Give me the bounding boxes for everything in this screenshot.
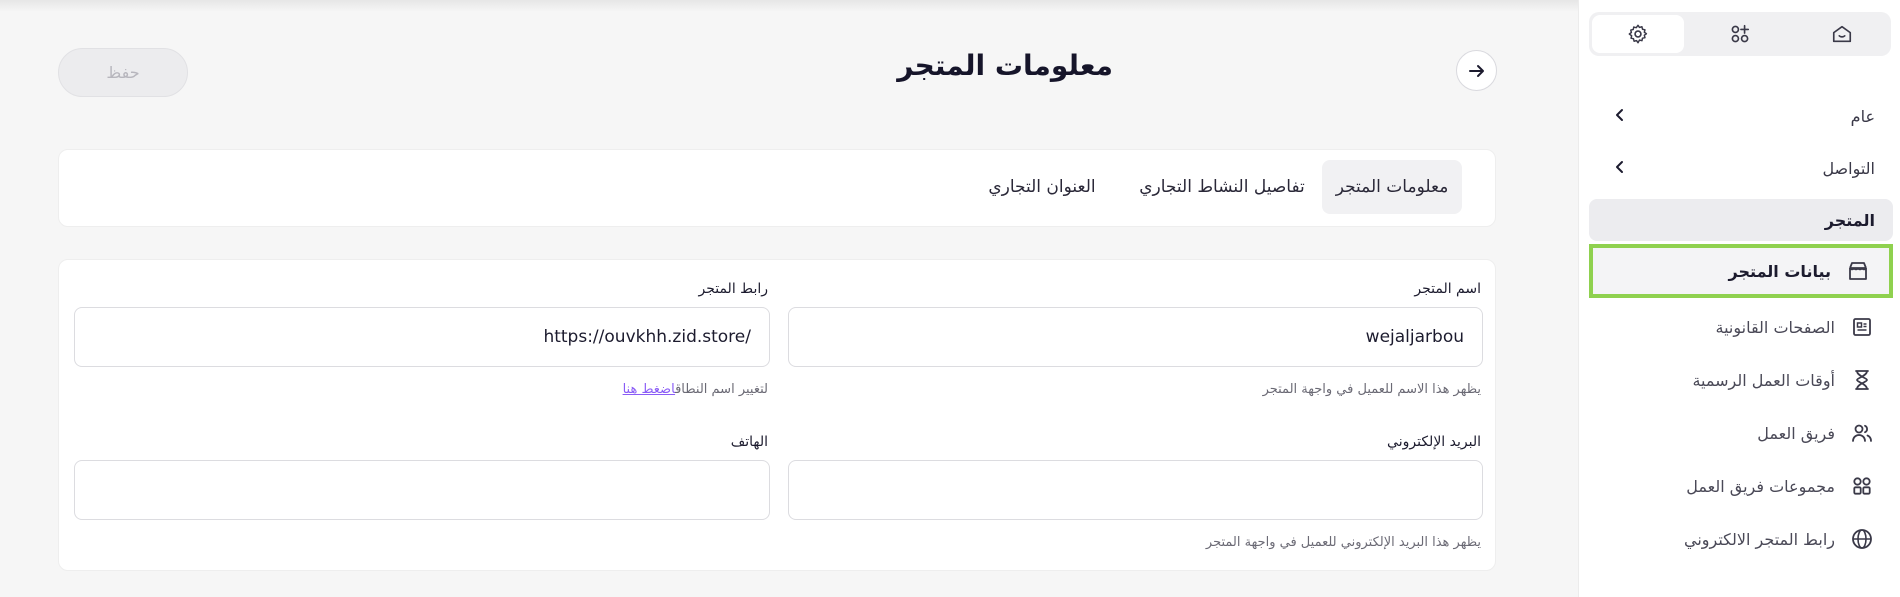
users-icon [1849, 420, 1875, 446]
store-info-form: اسم المتجر يظهر هذا الاسم للعميل في واجه… [58, 259, 1496, 571]
tabs-bar: معلومات المتجر تفاصيل النشاط التجاري الع… [58, 149, 1496, 227]
email-hint: يظهر هذا البريد الإلكتروني للعميل في واج… [1205, 535, 1481, 550]
globe-icon [1849, 526, 1875, 552]
phone-label: الهاتف [730, 434, 768, 450]
store-link-input[interactable] [74, 307, 770, 367]
email-input[interactable] [788, 460, 1483, 520]
store-link-hint-text: لتغيير اسم النطاق [675, 382, 768, 397]
sidebar-item-store-data[interactable]: بيانات المتجر [1589, 244, 1893, 298]
home-icon [1832, 25, 1852, 43]
sidebar-item-label: رابط المتجر الالكتروني [1684, 529, 1835, 549]
sidebar-mode-toggle [1589, 12, 1891, 56]
main-content: معلومات المتجر حفظ معلومات المتجر تفاصيل… [0, 0, 1578, 597]
chevron-left-icon [1616, 161, 1623, 173]
sidebar-item-store-link[interactable]: رابط المتجر الالكتروني [1589, 514, 1893, 564]
store-name-hint: يظهر هذا الاسم للعميل في واجهة المتجر [1262, 382, 1481, 397]
groups-icon [1849, 473, 1875, 499]
apps-toggle-button[interactable] [1694, 15, 1786, 53]
save-button[interactable]: حفظ [58, 48, 188, 97]
sidebar-group-contact[interactable]: التواصل [1589, 146, 1893, 190]
settings-sidebar: عام التواصل المتجر بيانات المتجر الصفحات… [1578, 0, 1900, 597]
store-name-input[interactable] [788, 307, 1483, 367]
email-label: البريد الإلكتروني [1387, 434, 1481, 450]
store-icon [1845, 258, 1871, 284]
sidebar-item-label: مجموعات فريق العمل [1686, 476, 1835, 496]
settings-gear-icon [1628, 24, 1648, 44]
tab-store-info[interactable]: معلومات المتجر [1322, 160, 1462, 214]
back-button[interactable] [1456, 50, 1497, 91]
home-toggle-button[interactable] [1796, 15, 1888, 53]
sidebar-item-label: الصفحات القانونية [1715, 317, 1835, 337]
sidebar-group-contact-label: التواصل [1822, 158, 1875, 178]
sidebar-item-label: بيانات المتجر [1728, 261, 1831, 281]
document-icon [1849, 314, 1875, 340]
hourglass-icon [1849, 367, 1875, 393]
sidebar-item-team-groups[interactable]: مجموعات فريق العمل [1589, 461, 1893, 511]
tab-business-address[interactable]: العنوان التجاري [962, 160, 1122, 214]
sidebar-group-general-label: عام [1850, 106, 1875, 126]
sidebar-group-general[interactable]: عام [1589, 94, 1893, 138]
apps-add-icon [1731, 24, 1750, 43]
sidebar-section-store[interactable]: المتجر [1589, 199, 1893, 241]
chevron-left-icon [1616, 109, 1623, 121]
arrow-right-icon [1468, 64, 1484, 77]
sidebar-item-team[interactable]: فريق العمل [1589, 408, 1893, 458]
store-link-label: رابط المتجر [698, 281, 768, 297]
store-link-hint: لتغيير اسم النطاقاضغط هنا [623, 382, 768, 397]
sidebar-item-legal-pages[interactable]: الصفحات القانونية [1589, 302, 1893, 352]
change-domain-link[interactable]: اضغط هنا [623, 382, 675, 397]
store-name-label: اسم المتجر [1414, 281, 1481, 297]
page-title: معلومات المتجر [897, 49, 1113, 82]
settings-toggle-button[interactable] [1592, 15, 1684, 53]
phone-input[interactable] [74, 460, 770, 520]
sidebar-item-label: أوقات العمل الرسمية [1692, 370, 1835, 390]
sidebar-item-working-hours[interactable]: أوقات العمل الرسمية [1589, 355, 1893, 405]
sidebar-item-label: فريق العمل [1757, 423, 1835, 443]
tab-business-details[interactable]: تفاصيل النشاط التجاري [1122, 160, 1322, 214]
